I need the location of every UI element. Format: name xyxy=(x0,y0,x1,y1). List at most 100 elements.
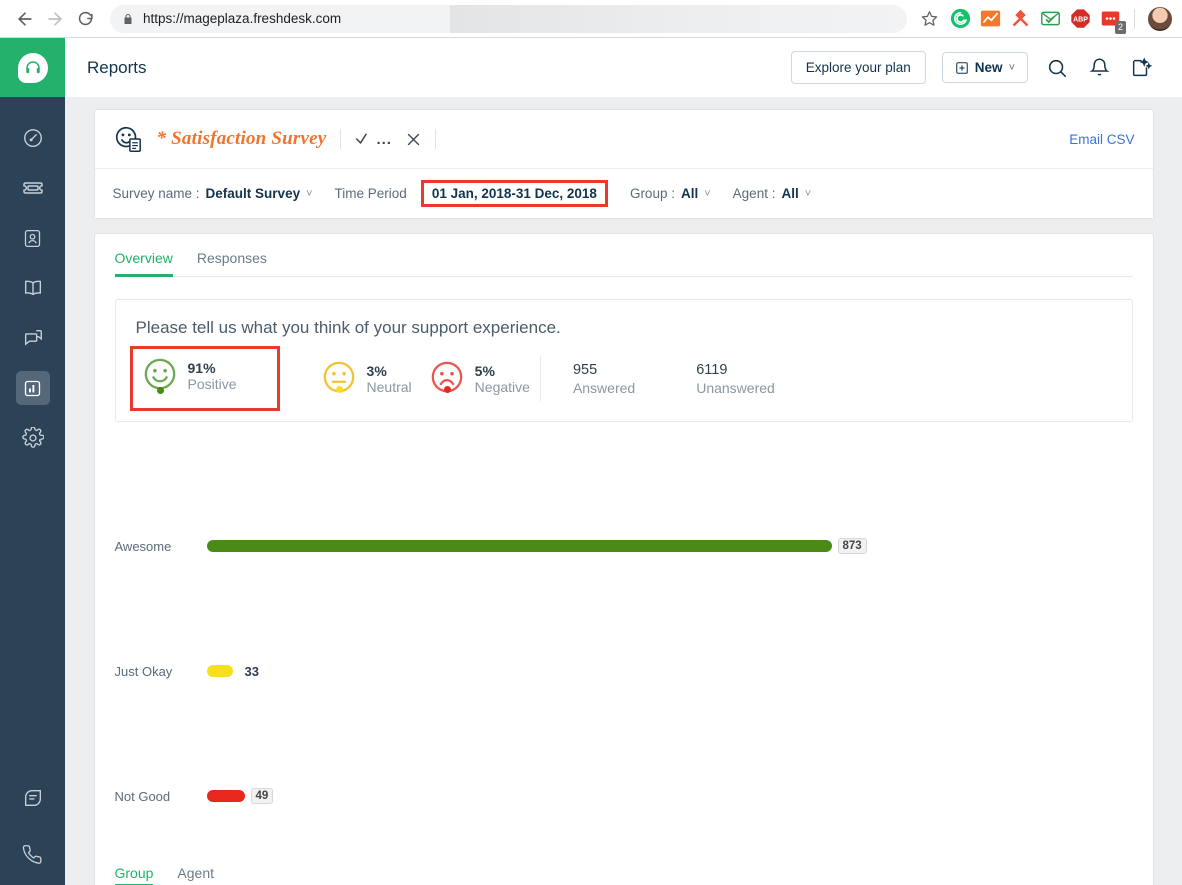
stat-positive-label: Positive xyxy=(187,376,237,393)
stat-neutral[interactable]: 3% Neutral xyxy=(314,354,422,397)
main-area: Reports Explore your plan New ˅ * Satisf… xyxy=(65,38,1182,885)
happy-face-icon xyxy=(143,357,177,391)
chart-label-awesome: Awesome xyxy=(114,538,172,554)
stat-neutral-texts: 3% Neutral xyxy=(367,360,412,397)
sidebar-item-phone[interactable] xyxy=(16,837,50,871)
chevron-down-icon: ˅ xyxy=(804,187,812,200)
question-summary-card: Please tell us what you think of your su… xyxy=(114,299,1133,422)
sidebar-item-contacts[interactable] xyxy=(16,221,50,255)
stat-negative-dot xyxy=(443,385,451,393)
sidebar-item-chat[interactable] xyxy=(16,781,50,815)
chart-bar-area-not-good: 49 xyxy=(206,787,1133,805)
email-csv-link[interactable]: Email CSV xyxy=(1069,132,1134,147)
star-icon[interactable] xyxy=(915,5,943,33)
new-button[interactable]: New ˅ xyxy=(941,52,1028,83)
left-sidebar xyxy=(0,38,65,885)
survey-name-label: Survey name : xyxy=(112,186,200,201)
divider-2 xyxy=(434,129,436,149)
chart-label-not-good: Not Good xyxy=(114,788,171,804)
close-x-icon[interactable] xyxy=(406,132,421,147)
adblock-plus-extension-icon[interactable]: ABP xyxy=(1069,8,1091,30)
breakdown-tabs: Group Agent xyxy=(114,865,1133,885)
browser-toolbar: https://mageplaza.freshdesk.com ABP 2 xyxy=(0,0,1182,38)
content-wrapper: * Satisfaction Survey ... Email CSV Surv… xyxy=(93,109,1154,885)
count-unanswered: 6119 Unanswered xyxy=(635,362,775,398)
filter-survey-name[interactable]: Survey name : Default Survey ˅ xyxy=(113,186,313,201)
time-period-label: Time Period xyxy=(334,186,407,201)
chart-value-just-okay: 33 xyxy=(244,663,259,679)
chart-bar-area-awesome: 873 xyxy=(206,537,1133,555)
survey-name-value: Default Survey xyxy=(205,186,301,201)
pocket-extension-icon[interactable] xyxy=(1009,8,1031,30)
sidebar-item-tickets[interactable] xyxy=(16,171,50,205)
response-bar-chart: Awesome 873 Just Okay 33 Not Good 49 xyxy=(115,422,1133,859)
count-unanswered-value: 6119 xyxy=(696,362,728,378)
chart-bar-awesome[interactable] xyxy=(206,540,832,553)
stat-neutral-dot xyxy=(335,385,343,393)
forward-arrow-icon[interactable] xyxy=(40,4,70,34)
count-answered: 955 Answered xyxy=(541,362,635,398)
group-label: Group : xyxy=(629,186,675,201)
survey-header-row: * Satisfaction Survey ... Email CSV xyxy=(94,110,1153,169)
filter-time-period[interactable]: Time Period 01 Jan, 2018-31 Dec, 2018 xyxy=(335,180,608,207)
time-period-value[interactable]: 01 Jan, 2018-31 Dec, 2018 xyxy=(420,180,608,207)
sidebar-bottom-nav xyxy=(16,781,50,885)
filter-group[interactable]: Group : All ˅ xyxy=(630,186,711,201)
stat-neutral-pct: 3% xyxy=(366,363,387,379)
stat-negative-pct: 5% xyxy=(474,363,495,379)
plus-square-icon xyxy=(955,61,969,75)
freshdesk-logo[interactable] xyxy=(0,38,65,97)
notes-extension-icon[interactable]: 2 xyxy=(1099,8,1126,34)
stat-positive-pct: 91% xyxy=(187,360,216,376)
back-arrow-icon[interactable] xyxy=(10,4,40,34)
reload-icon[interactable] xyxy=(70,4,100,34)
browser-profile-avatar[interactable] xyxy=(1148,6,1172,31)
sidebar-item-solutions[interactable] xyxy=(16,271,50,305)
filter-agent[interactable]: Agent : All ˅ xyxy=(733,186,811,201)
survey-filter-row: Survey name : Default Survey ˅ Time Peri… xyxy=(94,169,1153,218)
explore-your-plan-button[interactable]: Explore your plan xyxy=(790,51,926,84)
sidebar-item-admin[interactable] xyxy=(16,421,50,455)
chart-row-just-okay: Just Okay 33 xyxy=(115,609,1133,734)
url-text: https://mageplaza.freshdesk.com xyxy=(143,11,342,26)
svg-text:ABP: ABP xyxy=(1073,17,1088,24)
tab-agent[interactable]: Agent xyxy=(177,865,214,885)
extension-icons: ABP 2 xyxy=(943,6,1172,34)
app-root: Reports Explore your plan New ˅ * Satisf… xyxy=(0,38,1182,885)
sidebar-item-dashboard[interactable] xyxy=(16,121,50,155)
tab-group[interactable]: Group xyxy=(114,865,153,885)
stat-positive-dot xyxy=(156,386,164,394)
report-tabs: Overview Responses xyxy=(114,234,1133,277)
sidebar-item-forums[interactable] xyxy=(16,321,50,355)
extension-badge-count: 2 xyxy=(1114,20,1126,34)
toolbar-divider xyxy=(1134,8,1135,29)
satisfaction-stats: 91% Positive 3% Neutral 5% Negative 955 … xyxy=(129,346,1112,411)
chevron-down-icon: ˅ xyxy=(704,187,711,200)
search-icon[interactable] xyxy=(1044,55,1070,81)
stat-negative-texts: 5% Negative xyxy=(475,360,530,397)
smiley-document-icon xyxy=(113,124,143,154)
sparkle-ai-icon[interactable] xyxy=(1128,55,1154,81)
check-more-icon[interactable]: ... xyxy=(355,131,392,148)
grammarly-extension-icon[interactable] xyxy=(949,8,971,30)
chart-bar-not-good[interactable] xyxy=(206,790,245,803)
address-bar[interactable]: https://mageplaza.freshdesk.com xyxy=(110,4,907,33)
bell-icon[interactable] xyxy=(1086,55,1112,81)
count-answered-label: Answered xyxy=(572,380,636,397)
new-button-label: New xyxy=(974,60,1003,75)
chart-row-awesome: Awesome 873 xyxy=(115,484,1133,609)
count-unanswered-label: Unanswered xyxy=(696,380,775,397)
divider xyxy=(340,129,342,149)
freshdesk-headset-logo xyxy=(17,52,48,83)
tab-responses[interactable]: Responses xyxy=(197,250,267,276)
mailtrack-extension-icon[interactable] xyxy=(1039,8,1061,30)
stat-negative-label: Negative xyxy=(474,379,530,396)
sidebar-item-reports[interactable] xyxy=(15,371,50,405)
chart-bar-just-okay[interactable] xyxy=(206,665,233,678)
analytics-extension-icon[interactable] xyxy=(979,8,1001,30)
stat-positive[interactable]: 91% Positive xyxy=(129,346,280,411)
stat-negative[interactable]: 5% Negative xyxy=(422,354,540,397)
group-value: All xyxy=(680,186,699,201)
chevron-down-icon: ˅ xyxy=(1008,61,1015,74)
tab-overview[interactable]: Overview xyxy=(114,250,174,277)
